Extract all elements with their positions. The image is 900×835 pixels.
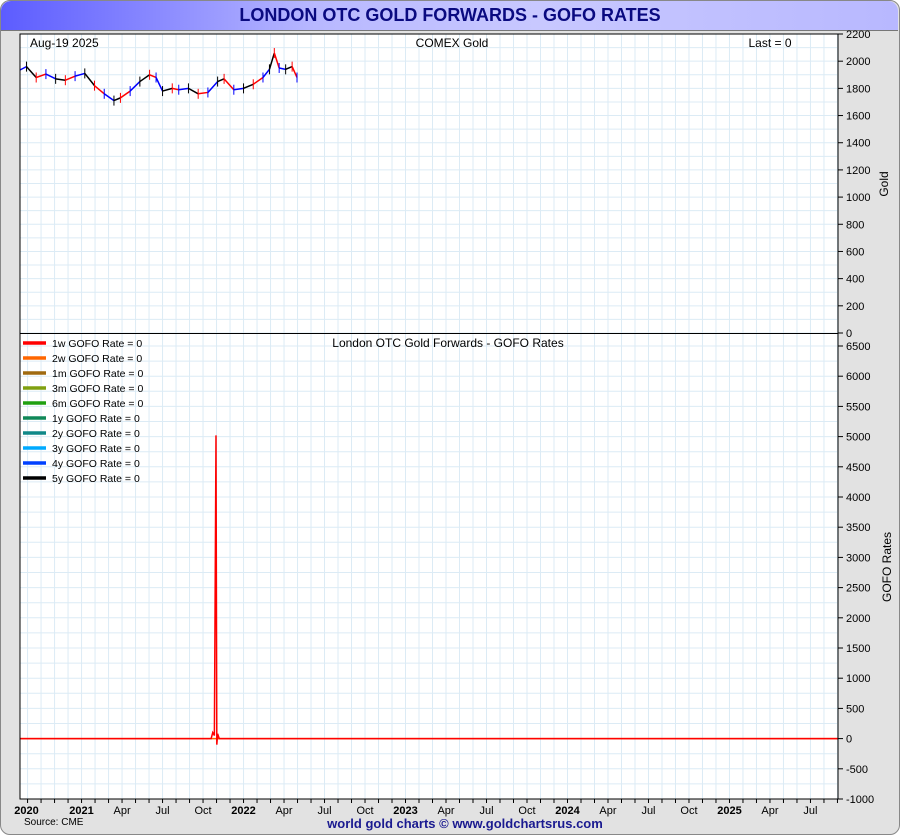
- y-tick-label: 3500: [846, 522, 870, 534]
- gold-y-axis: 0 200 400 600 800 1000 1200 1400 1600 1800 2000 220…: [838, 29, 870, 340]
- gofo-y-axis: -1000 -500 0 500 1000 1500 2000 2500 3000 3500 400…: [838, 341, 874, 806]
- y-tick-label: 5500: [846, 401, 870, 413]
- y-tick-label: 1400: [846, 138, 870, 150]
- legend-label: 3y GOFO Rate = 0: [52, 443, 140, 455]
- last-label: Last = 0: [748, 36, 791, 50]
- gofo-axis-title: GOFO Rates: [880, 532, 894, 602]
- date-label: Aug-19 2025: [30, 36, 99, 50]
- y-tick-label: 4000: [846, 492, 870, 504]
- y-tick-label: 1000: [846, 192, 870, 204]
- chart-svg: 0 200 400 600 800 1000 1200 1400 1600 1800 2000 220…: [14, 29, 894, 817]
- y-tick-label: 2000: [846, 56, 870, 68]
- legend-label: 1y GOFO Rate = 0: [52, 413, 140, 425]
- legend-label: 3m GOFO Rate = 0: [52, 383, 143, 395]
- gold-axis-title: Gold: [877, 171, 891, 196]
- y-tick-label: 500: [846, 703, 864, 715]
- y-tick-label: 1000: [846, 673, 870, 685]
- legend-label: 1w GOFO Rate = 0: [52, 338, 142, 350]
- y-tick-label: 2500: [846, 583, 870, 595]
- y-tick-label: 1200: [846, 165, 870, 177]
- y-tick-label: 2200: [846, 29, 870, 41]
- y-tick-label: 0: [846, 328, 852, 340]
- y-tick-label: 1500: [846, 643, 870, 655]
- y-tick-label: 2000: [846, 613, 870, 625]
- legend-label: 2y GOFO Rate = 0: [52, 428, 140, 440]
- plot-background: [20, 34, 838, 799]
- y-tick-label: 1600: [846, 111, 870, 123]
- legend-label: 4y GOFO Rate = 0: [52, 458, 140, 470]
- y-tick-label: 5000: [846, 432, 870, 444]
- y-tick-label: 400: [846, 274, 864, 286]
- y-tick-label: 600: [846, 246, 864, 258]
- y-tick-label: -1000: [846, 794, 874, 806]
- x-axis: 2020 2021 Apr Jul Oct 2022 Apr Jul Oct 2023 Apr Jul…: [14, 799, 838, 817]
- y-tick-label: -500: [846, 764, 868, 776]
- legend-label: 2w GOFO Rate = 0: [52, 353, 142, 365]
- y-tick-label: 6000: [846, 371, 870, 383]
- top-panel-title: COMEX Gold: [416, 36, 489, 50]
- y-tick-label: 200: [846, 301, 864, 313]
- legend-label: 1m GOFO Rate = 0: [52, 368, 143, 380]
- y-tick-label: 6500: [846, 341, 870, 353]
- bottom-panel-title: London OTC Gold Forwards - GOFO Rates: [332, 336, 563, 350]
- legend-label: 5y GOFO Rate = 0: [52, 473, 140, 485]
- legend-label: 6m GOFO Rate = 0: [52, 398, 143, 410]
- credit-label: world gold charts © www.goldchartsrus.co…: [327, 816, 603, 831]
- y-tick-label: 800: [846, 219, 864, 231]
- y-tick-label: 4500: [846, 462, 870, 474]
- y-tick-label: 0: [846, 734, 852, 746]
- y-tick-label: 3000: [846, 552, 870, 564]
- y-tick-label: 1800: [846, 83, 870, 95]
